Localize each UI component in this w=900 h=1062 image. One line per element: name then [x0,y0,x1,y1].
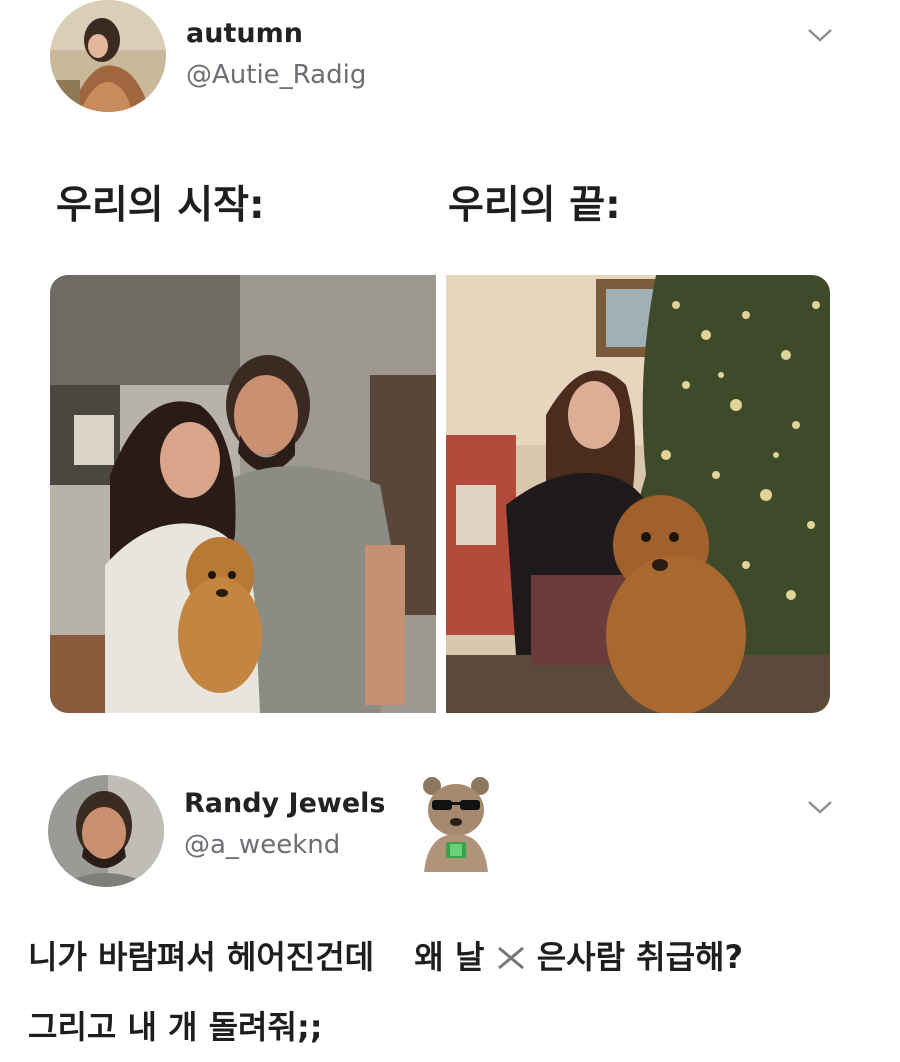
chevron-down-icon[interactable] [806,798,834,816]
autumn-avatar[interactable] [50,0,166,112]
randy-handle[interactable]: @a_weeknd [184,830,340,860]
tweet-media[interactable] [50,275,830,713]
randy-display-name[interactable]: Randy Jewels [184,788,386,819]
autumn-handle[interactable]: @Autie_Radig [186,60,366,90]
caption-left: 우리의 시작: [56,183,265,228]
photo-beginning[interactable] [50,275,436,713]
caption-right: 우리의 끝: [448,183,621,228]
autumn-display-name[interactable]: autumn [186,18,303,49]
reply-line-1-part-b: 왜 날 [414,938,485,976]
reply-line-1-part-c: 은사람 취급해? [536,938,744,976]
reply-line-1: 니가 바람펴서 헤어진건데 왜 날 은사람 취급해? [28,932,743,978]
photo-end[interactable] [446,275,830,713]
reply-line-1-part-a: 니가 바람펴서 헤어진건데 [28,938,375,976]
chevron-down-icon[interactable] [806,26,834,44]
reply-line-2: 그리고 내 개 돌려줘;; [28,1008,323,1046]
censored-icon [496,942,526,970]
randy-avatar[interactable] [48,775,164,887]
photo-divider [436,275,446,713]
quokka-sunglasses-icon [414,772,498,872]
